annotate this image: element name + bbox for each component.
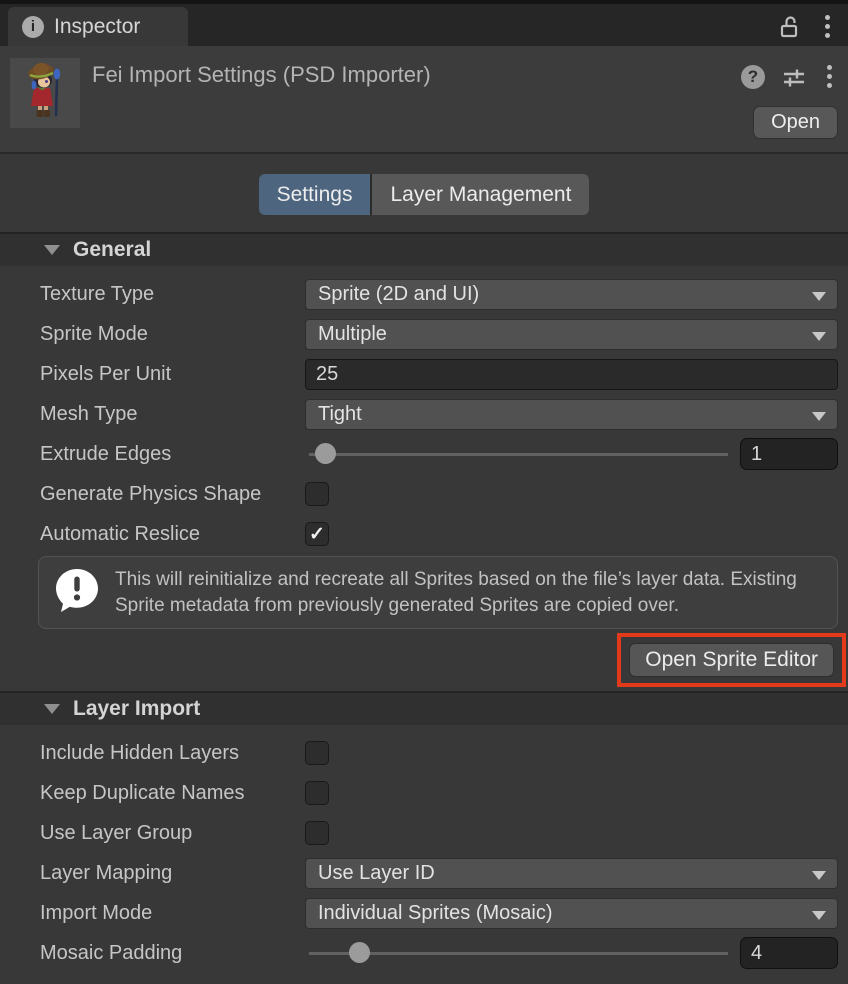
generate-physics-shape-label: Generate Physics Shape bbox=[0, 483, 305, 506]
use-layer-group-row: Use Layer Group bbox=[0, 813, 848, 853]
import-mode-value: Individual Sprites (Mosaic) bbox=[318, 902, 553, 925]
import-mode-label: Import Mode bbox=[0, 902, 305, 925]
window-menu-icon[interactable] bbox=[821, 12, 834, 41]
annotation-highlight: Open Sprite Editor bbox=[617, 633, 846, 687]
chevron-down-icon bbox=[812, 911, 826, 920]
sprite-mode-dropdown[interactable]: Multiple bbox=[305, 319, 838, 350]
texture-type-row: Texture Type Sprite (2D and UI) bbox=[0, 274, 848, 314]
layer-mapping-value: Use Layer ID bbox=[318, 862, 435, 885]
layer-mapping-label: Layer Mapping bbox=[0, 862, 305, 885]
foldout-arrow-icon[interactable] bbox=[44, 245, 60, 255]
automatic-reslice-checkbox[interactable]: ✓ bbox=[305, 522, 329, 546]
mosaic-padding-input[interactable] bbox=[740, 937, 838, 969]
sprite-mode-row: Sprite Mode Multiple bbox=[0, 314, 848, 354]
include-hidden-layers-row: Include Hidden Layers bbox=[0, 733, 848, 773]
slider-track[interactable] bbox=[309, 952, 728, 955]
mesh-type-dropdown[interactable]: Tight bbox=[305, 399, 838, 430]
automatic-reslice-row: Automatic Reslice ✓ bbox=[0, 514, 848, 554]
asset-title: Fei Import Settings (PSD Importer) bbox=[92, 62, 431, 88]
import-mode-row: Import Mode Individual Sprites (Mosaic) bbox=[0, 893, 848, 933]
texture-type-value: Sprite (2D and UI) bbox=[318, 283, 479, 306]
include-hidden-layers-label: Include Hidden Layers bbox=[0, 742, 305, 765]
layer-import-section-title: Layer Import bbox=[73, 697, 200, 721]
extrude-edges-label: Extrude Edges bbox=[0, 443, 305, 466]
include-hidden-layers-checkbox[interactable] bbox=[305, 741, 329, 765]
slider-thumb[interactable] bbox=[315, 443, 336, 464]
layer-import-section-header[interactable]: Layer Import bbox=[0, 691, 848, 725]
inspector-tab[interactable]: i Inspector bbox=[8, 7, 188, 46]
mesh-type-label: Mesh Type bbox=[0, 403, 305, 426]
foldout-arrow-icon[interactable] bbox=[44, 704, 60, 714]
general-section-header[interactable]: General bbox=[0, 232, 848, 266]
open-sprite-editor-button[interactable]: Open Sprite Editor bbox=[629, 643, 834, 677]
asset-thumbnail bbox=[10, 58, 80, 128]
mode-toolbar: Settings Layer Management bbox=[0, 154, 848, 232]
info-icon: i bbox=[22, 16, 44, 38]
inspector-tab-label: Inspector bbox=[54, 15, 140, 39]
general-rows: Texture Type Sprite (2D and UI) Sprite M… bbox=[0, 266, 848, 554]
tab-layer-management[interactable]: Layer Management bbox=[372, 174, 589, 215]
mesh-type-value: Tight bbox=[318, 403, 362, 426]
chevron-down-icon bbox=[812, 871, 826, 880]
generate-physics-shape-row: Generate Physics Shape bbox=[0, 474, 848, 514]
open-button[interactable]: Open bbox=[753, 106, 838, 139]
sprite-mode-value: Multiple bbox=[318, 323, 387, 346]
alert-bubble-icon bbox=[53, 566, 101, 616]
automatic-reslice-label: Automatic Reslice bbox=[0, 523, 305, 546]
header-menu-icon[interactable] bbox=[823, 62, 836, 91]
unlock-icon[interactable] bbox=[777, 14, 801, 40]
sprite-editor-button-row: Open Sprite Editor bbox=[0, 633, 848, 691]
tab-settings[interactable]: Settings bbox=[259, 174, 373, 215]
chevron-down-icon bbox=[812, 332, 826, 341]
mesh-type-row: Mesh Type Tight bbox=[0, 394, 848, 434]
info-text: This will reinitialize and recreate all … bbox=[115, 566, 821, 619]
slider-thumb[interactable] bbox=[349, 942, 370, 963]
layer-import-rows: Include Hidden Layers Keep Duplicate Nam… bbox=[0, 725, 848, 973]
mosaic-padding-slider[interactable] bbox=[305, 938, 732, 968]
layer-mapping-row: Layer Mapping Use Layer ID bbox=[0, 853, 848, 893]
window-tab-bar: i Inspector bbox=[0, 0, 848, 46]
checkmark-icon: ✓ bbox=[309, 523, 325, 546]
slider-track[interactable] bbox=[309, 453, 728, 456]
reslice-info-box: This will reinitialize and recreate all … bbox=[38, 556, 838, 629]
extrude-edges-slider[interactable] bbox=[305, 439, 732, 469]
extrude-edges-row: Extrude Edges bbox=[0, 434, 848, 474]
help-icon[interactable]: ? bbox=[741, 65, 765, 89]
mosaic-padding-label: Mosaic Padding bbox=[0, 942, 305, 965]
pixels-per-unit-label: Pixels Per Unit bbox=[0, 363, 305, 386]
general-section-title: General bbox=[73, 238, 151, 262]
presets-icon[interactable] bbox=[781, 64, 807, 90]
import-mode-dropdown[interactable]: Individual Sprites (Mosaic) bbox=[305, 898, 838, 929]
asset-header: Fei Import Settings (PSD Importer) ? Ope… bbox=[0, 46, 848, 154]
pixels-per-unit-input[interactable] bbox=[305, 359, 838, 390]
keep-duplicate-names-label: Keep Duplicate Names bbox=[0, 782, 305, 805]
layer-mapping-dropdown[interactable]: Use Layer ID bbox=[305, 858, 838, 889]
extrude-edges-input[interactable] bbox=[740, 438, 838, 470]
use-layer-group-label: Use Layer Group bbox=[0, 822, 305, 845]
chevron-down-icon bbox=[812, 292, 826, 301]
sprite-mode-label: Sprite Mode bbox=[0, 323, 305, 346]
keep-duplicate-names-checkbox[interactable] bbox=[305, 781, 329, 805]
use-layer-group-checkbox[interactable] bbox=[305, 821, 329, 845]
mode-tab-group: Settings Layer Management bbox=[259, 174, 590, 215]
texture-type-label: Texture Type bbox=[0, 283, 305, 306]
chevron-down-icon bbox=[812, 412, 826, 421]
generate-physics-shape-checkbox[interactable] bbox=[305, 482, 329, 506]
texture-type-dropdown[interactable]: Sprite (2D and UI) bbox=[305, 279, 838, 310]
pixels-per-unit-row: Pixels Per Unit bbox=[0, 354, 848, 394]
mosaic-padding-row: Mosaic Padding bbox=[0, 933, 848, 973]
keep-duplicate-names-row: Keep Duplicate Names bbox=[0, 773, 848, 813]
